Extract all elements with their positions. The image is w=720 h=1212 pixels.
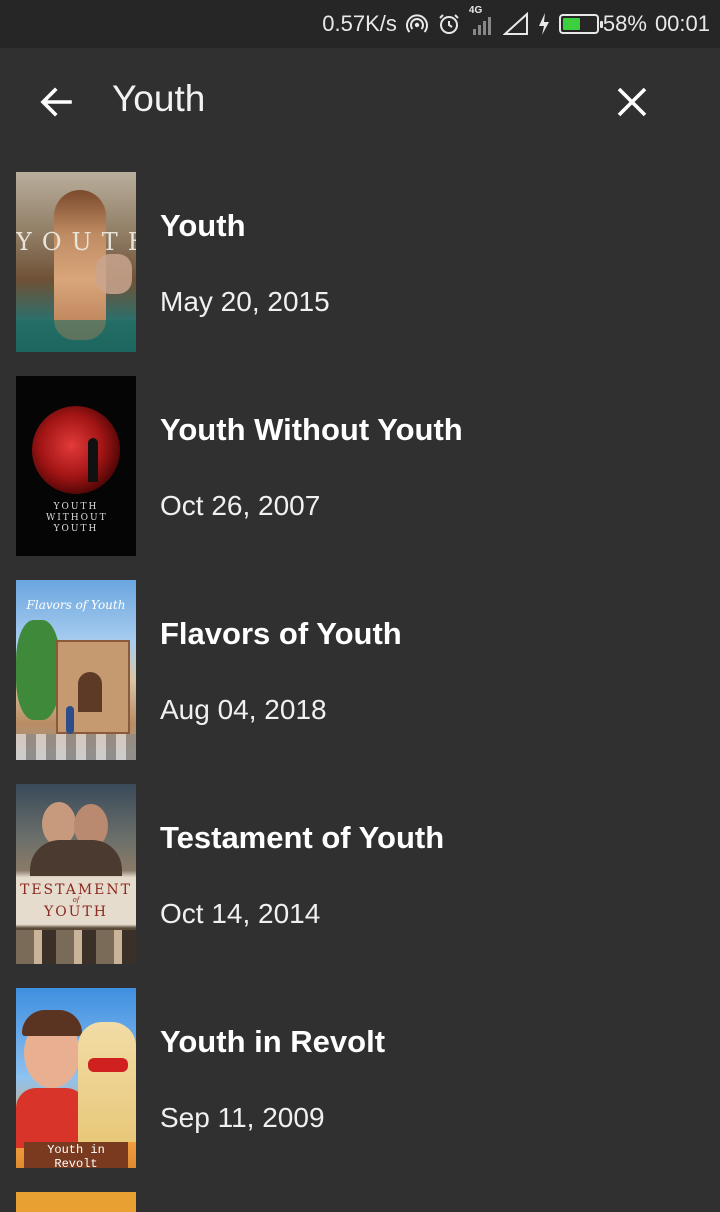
result-date: Oct 14, 2014 <box>160 898 321 929</box>
result-date: Oct 26, 2007 <box>160 490 321 521</box>
battery-icon <box>558 14 603 34</box>
close-icon <box>617 87 647 117</box>
clear-search-button[interactable] <box>606 76 658 128</box>
battery-percentage: 58% <box>602 11 647 36</box>
result-title: Youth <box>160 208 246 243</box>
list-item[interactable]: Flavors of Youth Flavors of Youth Aug 04… <box>0 580 720 784</box>
list-item[interactable]: TESTAMENT of YOUTH Testament of Youth Oc… <box>0 784 720 988</box>
result-title: Youth in Revolt <box>160 1024 386 1059</box>
result-title: Testament of Youth <box>160 820 445 855</box>
result-date: Sep 11, 2009 <box>160 1102 325 1133</box>
results-list: YOUTH Youth May 20, 2015 YOUTH WITHOUT Y… <box>0 172 720 1212</box>
poster-youth-in-revolt: Youth in Revolt <box>16 988 136 1168</box>
poster-title-text: Youth in Revolt <box>24 1142 128 1168</box>
status-bar: 0.57K/s 4G 58% 00:01 <box>0 0 720 48</box>
back-button[interactable] <box>30 76 82 128</box>
clock: 00:01 <box>654 11 710 36</box>
hotspot-icon <box>405 11 429 37</box>
result-title: Youth Without Youth <box>160 412 463 447</box>
poster-title-text: YOUTH <box>43 904 109 920</box>
result-title: Flavors of Youth <box>160 616 402 651</box>
network-speed: 0.57K/s <box>322 11 397 36</box>
network-badge: 4G <box>468 5 483 16</box>
poster-title-text: Flavors of Youth <box>26 598 126 612</box>
poster-youth-without-youth: YOUTH WITHOUT YOUTH <box>16 376 136 556</box>
list-item[interactable]: YOUTH Youth May 20, 2015 <box>0 172 720 376</box>
poster-title-text: YOUTH <box>16 228 136 256</box>
poster-testament-of-youth: TESTAMENT of YOUTH <box>16 784 136 964</box>
signal-4g-icon: 4G <box>469 5 495 37</box>
arrow-left-icon <box>40 87 72 117</box>
poster-title-text: of <box>72 896 80 904</box>
list-item[interactable]: YOUTH WITHOUT YOUTH Youth Without Youth … <box>0 376 720 580</box>
list-item[interactable]: Youth in Revolt Youth in Revolt Sep 11, … <box>0 988 720 1192</box>
alarm-icon <box>437 11 461 37</box>
cell-signal-icon <box>502 11 529 37</box>
result-date: May 20, 2015 <box>160 286 330 317</box>
poster-youth: YOUTH <box>16 172 136 352</box>
poster-partial <box>16 1192 136 1212</box>
result-date: Aug 04, 2018 <box>160 694 327 725</box>
poster-flavors-of-youth: Flavors of Youth <box>16 580 136 760</box>
poster-title-text: YOUTH WITHOUT YOUTH <box>46 502 108 534</box>
search-input[interactable]: Youth <box>112 78 205 120</box>
list-item[interactable] <box>0 1192 720 1212</box>
charging-icon <box>537 11 551 37</box>
search-bar: Youth <box>0 48 720 160</box>
